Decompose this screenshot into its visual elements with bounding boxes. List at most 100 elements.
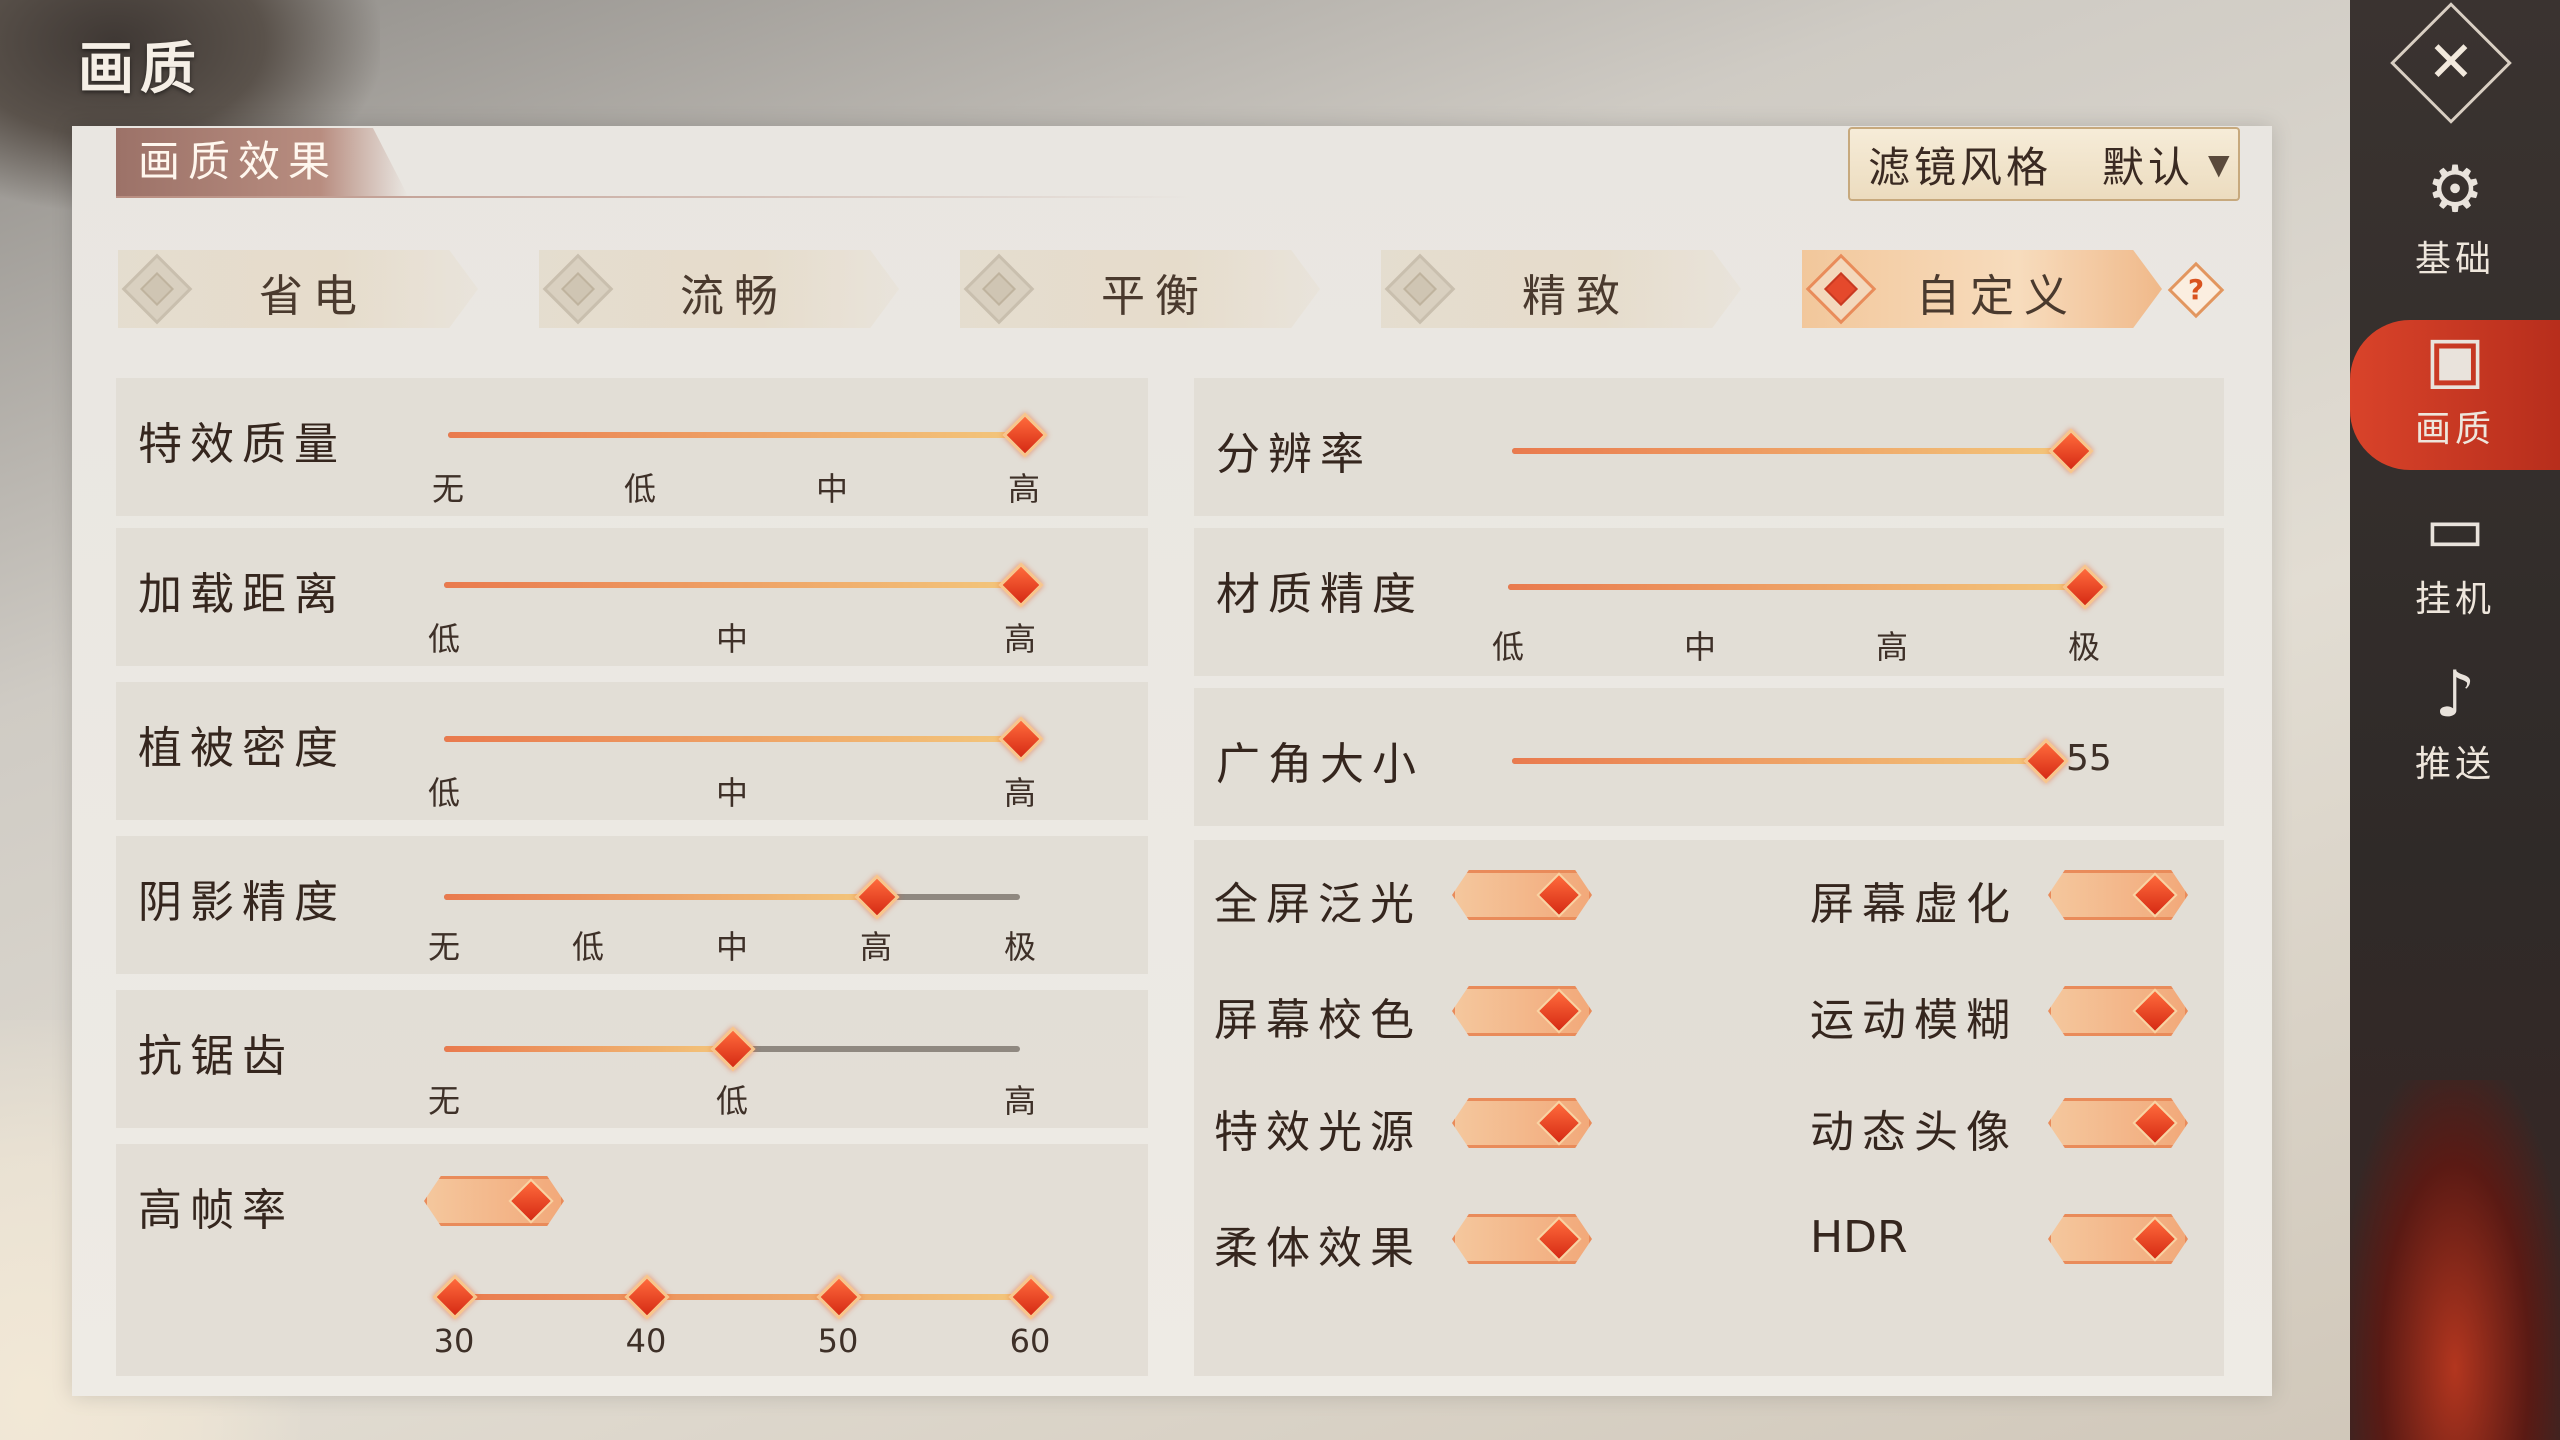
sidebar-item-label: 画质 — [2414, 409, 2495, 450]
tick-label: 无 — [431, 470, 465, 508]
screen-blur-label: 屏幕虚化 — [1810, 879, 2018, 930]
resolution-slider-handle[interactable] — [2048, 428, 2094, 474]
tick-label: 高 — [859, 928, 893, 966]
quality-presets: 省电 流畅 平衡 精致 自定义 — [118, 250, 2278, 330]
effects-quality-label: 特效质量 — [138, 419, 346, 470]
dropdown-arrow-icon: ▼ — [2208, 147, 2230, 181]
tick-label: 低 — [571, 928, 605, 966]
screen-blur-toggle[interactable] — [2048, 870, 2188, 920]
effect-light-toggle[interactable] — [1452, 1098, 1592, 1148]
effects-quality-card: 特效质量 无 低 中 高 — [116, 378, 1148, 516]
resolution-slider[interactable] — [1512, 448, 2070, 454]
filter-style-select[interactable]: 滤镜风格 默认 ▼ — [1848, 127, 2240, 201]
tick-label: 极 — [1003, 928, 1037, 966]
preset-label: 流畅 — [680, 271, 788, 322]
tick-label: 低 — [427, 774, 461, 812]
tick-label: 低 — [427, 620, 461, 658]
effects-quality-slider[interactable] — [448, 432, 1024, 438]
fov-label: 广角大小 — [1216, 739, 1424, 790]
fov-slider[interactable] — [1512, 758, 2044, 764]
fps-slider[interactable] — [454, 1294, 1030, 1300]
sidebar-item-label: 挂机 — [2414, 579, 2495, 620]
shadow-quality-card: 阴影精度 无 低 中 高 极 — [116, 836, 1148, 974]
screen-color-label: 屏幕校色 — [1214, 995, 1422, 1046]
tick-label: 高 — [1003, 774, 1037, 812]
sidebar-item-graphics[interactable]: ▣ 画质 — [2350, 320, 2560, 470]
preset-label: 省电 — [259, 271, 367, 322]
sidebar-item-push[interactable]: ♪ 推送 — [2350, 655, 2560, 805]
preset-power-saving[interactable]: 省电 — [118, 250, 478, 328]
toggle-knob — [508, 1178, 554, 1224]
toggle-knob — [1536, 1100, 1582, 1146]
section-tab-quality-effects: 画质效果 — [116, 128, 408, 196]
sidebar-item-basic[interactable]: ⚙ 基础 — [2350, 150, 2560, 300]
filter-style-value: 默认 — [2102, 142, 2195, 192]
sidebar-item-label: 推送 — [2414, 744, 2495, 785]
close-icon: ✕ — [2427, 30, 2475, 95]
vegetation-density-slider-handle[interactable] — [998, 716, 1044, 762]
material-quality-label: 材质精度 — [1216, 569, 1424, 620]
toggle-knob — [2132, 1100, 2178, 1146]
sidebar-item-idle[interactable]: ▭ 挂机 — [2350, 490, 2560, 640]
fullscreen-bloom-toggle[interactable] — [1452, 870, 1592, 920]
fullscreen-bloom-label: 全屏泛光 — [1214, 879, 1422, 930]
bell-icon: ♪ — [2434, 658, 2476, 732]
shadow-quality-slider-handle[interactable] — [854, 874, 900, 920]
tick-label: 60 — [1009, 1322, 1051, 1360]
preset-custom[interactable]: 自定义 — [1802, 250, 2162, 328]
fps-stop-40[interactable] — [624, 1274, 670, 1320]
dynamic-avatar-toggle[interactable] — [2048, 1098, 2188, 1148]
resolution-label: 分辨率 — [1216, 429, 1372, 480]
monitor-icon: ▭ — [2424, 493, 2486, 567]
fov-card: 广角大小 55 — [1194, 688, 2224, 826]
anti-aliasing-slider-handle[interactable] — [710, 1026, 756, 1072]
preset-balanced[interactable]: 平衡 — [960, 250, 1320, 328]
motion-blur-toggle[interactable] — [2048, 986, 2188, 1036]
preset-label: 平衡 — [1101, 271, 1209, 322]
tick-label: 低 — [623, 470, 657, 508]
material-quality-slider-handle[interactable] — [2062, 564, 2108, 610]
tick-label: 高 — [1003, 620, 1037, 658]
preset-fine[interactable]: 精致 — [1381, 250, 1741, 328]
load-distance-slider[interactable] — [444, 582, 1020, 588]
fps-stop-50[interactable] — [816, 1274, 862, 1320]
tick-label: 50 — [817, 1322, 859, 1360]
vegetation-density-card: 植被密度 低 中 高 — [116, 682, 1148, 820]
preset-label: 精致 — [1522, 271, 1630, 322]
fov-slider-handle[interactable] — [2023, 738, 2069, 784]
shadow-quality-label: 阴影精度 — [138, 877, 346, 928]
tick-label: 低 — [715, 1082, 749, 1120]
hdr-toggle[interactable] — [2048, 1214, 2188, 1264]
load-distance-slider-handle[interactable] — [998, 562, 1044, 608]
tick-label: 高 — [1875, 628, 1909, 666]
anti-aliasing-label: 抗锯齿 — [138, 1031, 294, 1082]
effects-quality-slider-handle[interactable] — [1002, 412, 1048, 458]
tick-label: 中 — [715, 620, 749, 658]
tick-label: 低 — [1491, 628, 1525, 666]
dragon-decoration — [2350, 1080, 2560, 1440]
preset-smooth[interactable]: 流畅 — [539, 250, 899, 328]
dynamic-avatar-label: 动态头像 — [1810, 1107, 2018, 1158]
fps-stop-30[interactable] — [432, 1274, 478, 1320]
toggle-knob — [2132, 1216, 2178, 1262]
load-distance-label: 加载距离 — [138, 569, 346, 620]
soft-body-label: 柔体效果 — [1214, 1223, 1422, 1274]
tick-label: 极 — [2067, 628, 2101, 666]
toggle-knob — [1536, 872, 1582, 918]
section-divider — [116, 196, 1196, 198]
sidebar-item-label: 基础 — [2414, 239, 2495, 280]
filter-style-label: 滤镜风格 — [1868, 142, 2053, 192]
tick-label: 中 — [1683, 628, 1717, 666]
vegetation-density-slider[interactable] — [444, 736, 1020, 742]
anti-aliasing-card: 抗锯齿 无 低 高 — [116, 990, 1148, 1128]
material-quality-card: 材质精度 低 中 高 极 — [1194, 528, 2224, 676]
toggle-knob — [2132, 988, 2178, 1034]
fps-slider-handle[interactable] — [1008, 1274, 1054, 1320]
high-fps-toggle[interactable] — [424, 1176, 564, 1226]
material-quality-slider[interactable] — [1508, 584, 2084, 590]
shadow-quality-slider[interactable] — [444, 894, 1020, 900]
gear-icon: ⚙ — [2426, 153, 2484, 227]
soft-body-toggle[interactable] — [1452, 1214, 1592, 1264]
tick-label: 40 — [625, 1322, 667, 1360]
screen-color-toggle[interactable] — [1452, 986, 1592, 1036]
